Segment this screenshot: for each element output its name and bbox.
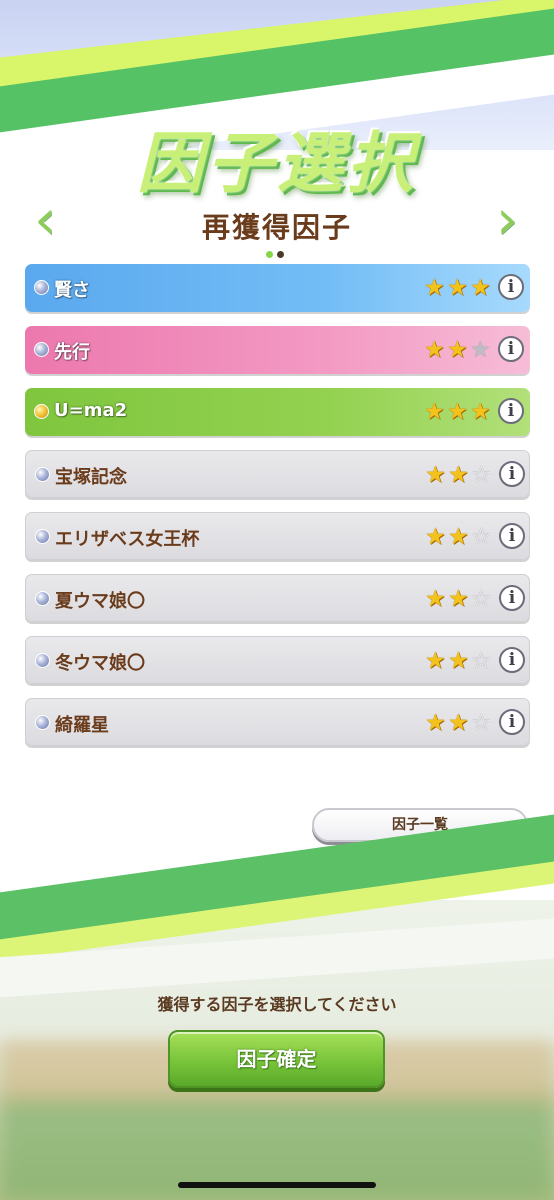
- star-filled-icon: ★: [425, 462, 446, 488]
- star-empty-icon: ☆: [471, 648, 492, 674]
- star-filled-icon: ★: [447, 399, 468, 425]
- instruction-text: 獲得する因子を選択してください: [157, 995, 397, 1014]
- factor-label: 冬ウマ娘〇: [55, 653, 145, 674]
- factor-row[interactable]: 綺羅星 ★ ★ ☆ i: [25, 698, 530, 746]
- factor-label: エリザベス女王杯: [55, 529, 200, 550]
- star-filled-icon: ★: [448, 524, 469, 550]
- factor-label: 先行: [54, 342, 90, 363]
- star-filled-icon: ★: [470, 275, 491, 301]
- factor-gem-icon: [34, 404, 49, 419]
- star-empty-icon: ☆: [471, 524, 492, 550]
- star-filled-icon: ★: [470, 399, 491, 425]
- factor-row[interactable]: 先行 ★ ★ ★ i: [25, 326, 530, 374]
- factor-row[interactable]: U=ma2 ★ ★ ★ i: [25, 388, 530, 436]
- info-icon[interactable]: i: [499, 523, 525, 549]
- factor-gem-icon: [35, 715, 50, 730]
- star-filled-icon: ★: [425, 524, 446, 550]
- star-rating: ★ ★ ☆: [425, 586, 495, 612]
- factor-gem-icon: [35, 653, 50, 668]
- star-rating: ★ ★ ★: [424, 275, 494, 301]
- star-filled-icon: ★: [447, 337, 468, 363]
- star-filled-icon: ★: [447, 275, 468, 301]
- factor-label: 夏ウマ娘〇: [55, 591, 145, 612]
- star-rating: ★ ★ ★: [424, 399, 494, 425]
- info-icon[interactable]: i: [499, 709, 525, 735]
- factor-label: U=ma2: [54, 400, 128, 421]
- confirm-factor-button[interactable]: 因子確定: [168, 1030, 385, 1088]
- info-icon[interactable]: i: [499, 647, 525, 673]
- star-filled-icon: ★: [425, 710, 446, 736]
- factor-list: 賢さ ★ ★ ★ i 先行 ★ ★ ★ i U=ma2 ★ ★ ★ i 宝塚記念 ★ ★ ☆ i エリザベス女王杯 ★ ★ ☆…: [25, 264, 530, 760]
- factor-gem-icon: [35, 591, 50, 606]
- factor-gem-icon: [35, 529, 50, 544]
- page-dot-inactive: [277, 251, 284, 258]
- star-filled-icon: ★: [448, 586, 469, 612]
- factor-gem-icon: [34, 342, 49, 357]
- star-empty-icon: ☆: [471, 710, 492, 736]
- home-indicator[interactable]: [178, 1182, 376, 1188]
- factor-row[interactable]: 冬ウマ娘〇 ★ ★ ☆ i: [25, 636, 530, 684]
- info-icon[interactable]: i: [498, 398, 524, 424]
- star-filled-icon: ★: [425, 586, 446, 612]
- screen-title: 因子選択: [137, 125, 417, 202]
- star-rating: ★ ★ ☆: [425, 710, 495, 736]
- star-rating: ★ ★ ★: [424, 337, 494, 363]
- star-filled-icon: ★: [424, 337, 445, 363]
- section-title: 再獲得因子: [201, 211, 352, 244]
- factor-row[interactable]: エリザベス女王杯 ★ ★ ☆ i: [25, 512, 530, 560]
- factor-row[interactable]: 夏ウマ娘〇 ★ ★ ☆ i: [25, 574, 530, 622]
- star-empty-icon: ☆: [471, 586, 492, 612]
- info-icon[interactable]: i: [498, 274, 524, 300]
- factor-row[interactable]: 賢さ ★ ★ ★ i: [25, 264, 530, 312]
- star-filled-icon: ★: [448, 648, 469, 674]
- info-icon[interactable]: i: [498, 336, 524, 362]
- factor-gem-icon: [35, 467, 50, 482]
- star-rating: ★ ★ ☆: [425, 462, 495, 488]
- star-empty-icon: ☆: [471, 462, 492, 488]
- star-filled-icon: ★: [424, 399, 445, 425]
- star-filled-icon: ★: [448, 710, 469, 736]
- factor-label: 綺羅星: [55, 715, 109, 736]
- info-icon[interactable]: i: [499, 585, 525, 611]
- factor-row[interactable]: 宝塚記念 ★ ★ ☆ i: [25, 450, 530, 498]
- star-empty-icon: ★: [470, 337, 491, 363]
- factor-gem-icon: [34, 280, 49, 295]
- star-filled-icon: ★: [425, 648, 446, 674]
- star-filled-icon: ★: [448, 462, 469, 488]
- factor-label: 賢さ: [54, 280, 90, 301]
- star-filled-icon: ★: [424, 275, 445, 301]
- page-indicator: [266, 243, 288, 262]
- star-rating: ★ ★ ☆: [425, 648, 495, 674]
- info-icon[interactable]: i: [499, 461, 525, 487]
- page-dot-active: [266, 251, 273, 258]
- factor-label: 宝塚記念: [55, 467, 127, 488]
- star-rating: ★ ★ ☆: [425, 524, 495, 550]
